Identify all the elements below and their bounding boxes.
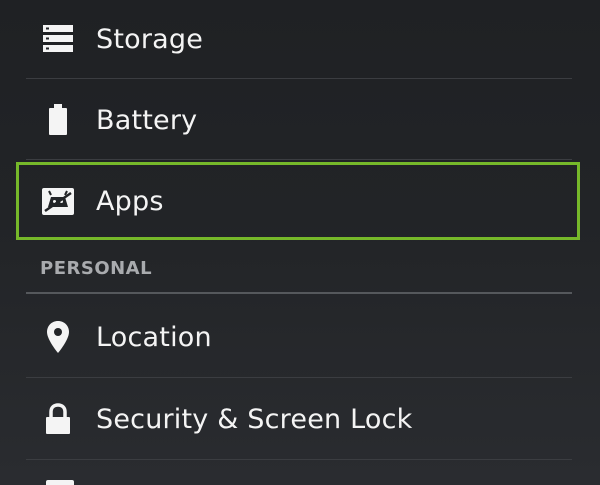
- settings-item-label: Storage: [96, 23, 204, 55]
- divider: [26, 159, 572, 160]
- settings-item-label: Security & Screen Lock: [96, 403, 413, 435]
- divider: [26, 377, 572, 378]
- next-item-icon: [46, 480, 74, 485]
- divider: [26, 78, 572, 79]
- settings-item-storage[interactable]: Storage: [26, 0, 572, 78]
- storage-icon: [40, 21, 76, 57]
- divider: [26, 459, 572, 460]
- settings-item-apps[interactable]: Apps: [26, 162, 572, 240]
- section-header-personal: PERSONAL: [40, 258, 153, 279]
- lock-icon: [40, 401, 76, 437]
- location-pin-icon: [40, 319, 76, 355]
- settings-item-battery[interactable]: Battery: [26, 81, 572, 159]
- apps-icon: [40, 183, 76, 219]
- settings-item-label: Apps: [96, 185, 164, 217]
- settings-item-location[interactable]: Location: [26, 298, 572, 376]
- settings-item-security[interactable]: Security & Screen Lock: [26, 380, 572, 458]
- section-divider: [26, 292, 572, 294]
- settings-item-label: Location: [96, 321, 212, 353]
- settings-item-label: Battery: [96, 104, 198, 136]
- battery-icon: [40, 102, 76, 138]
